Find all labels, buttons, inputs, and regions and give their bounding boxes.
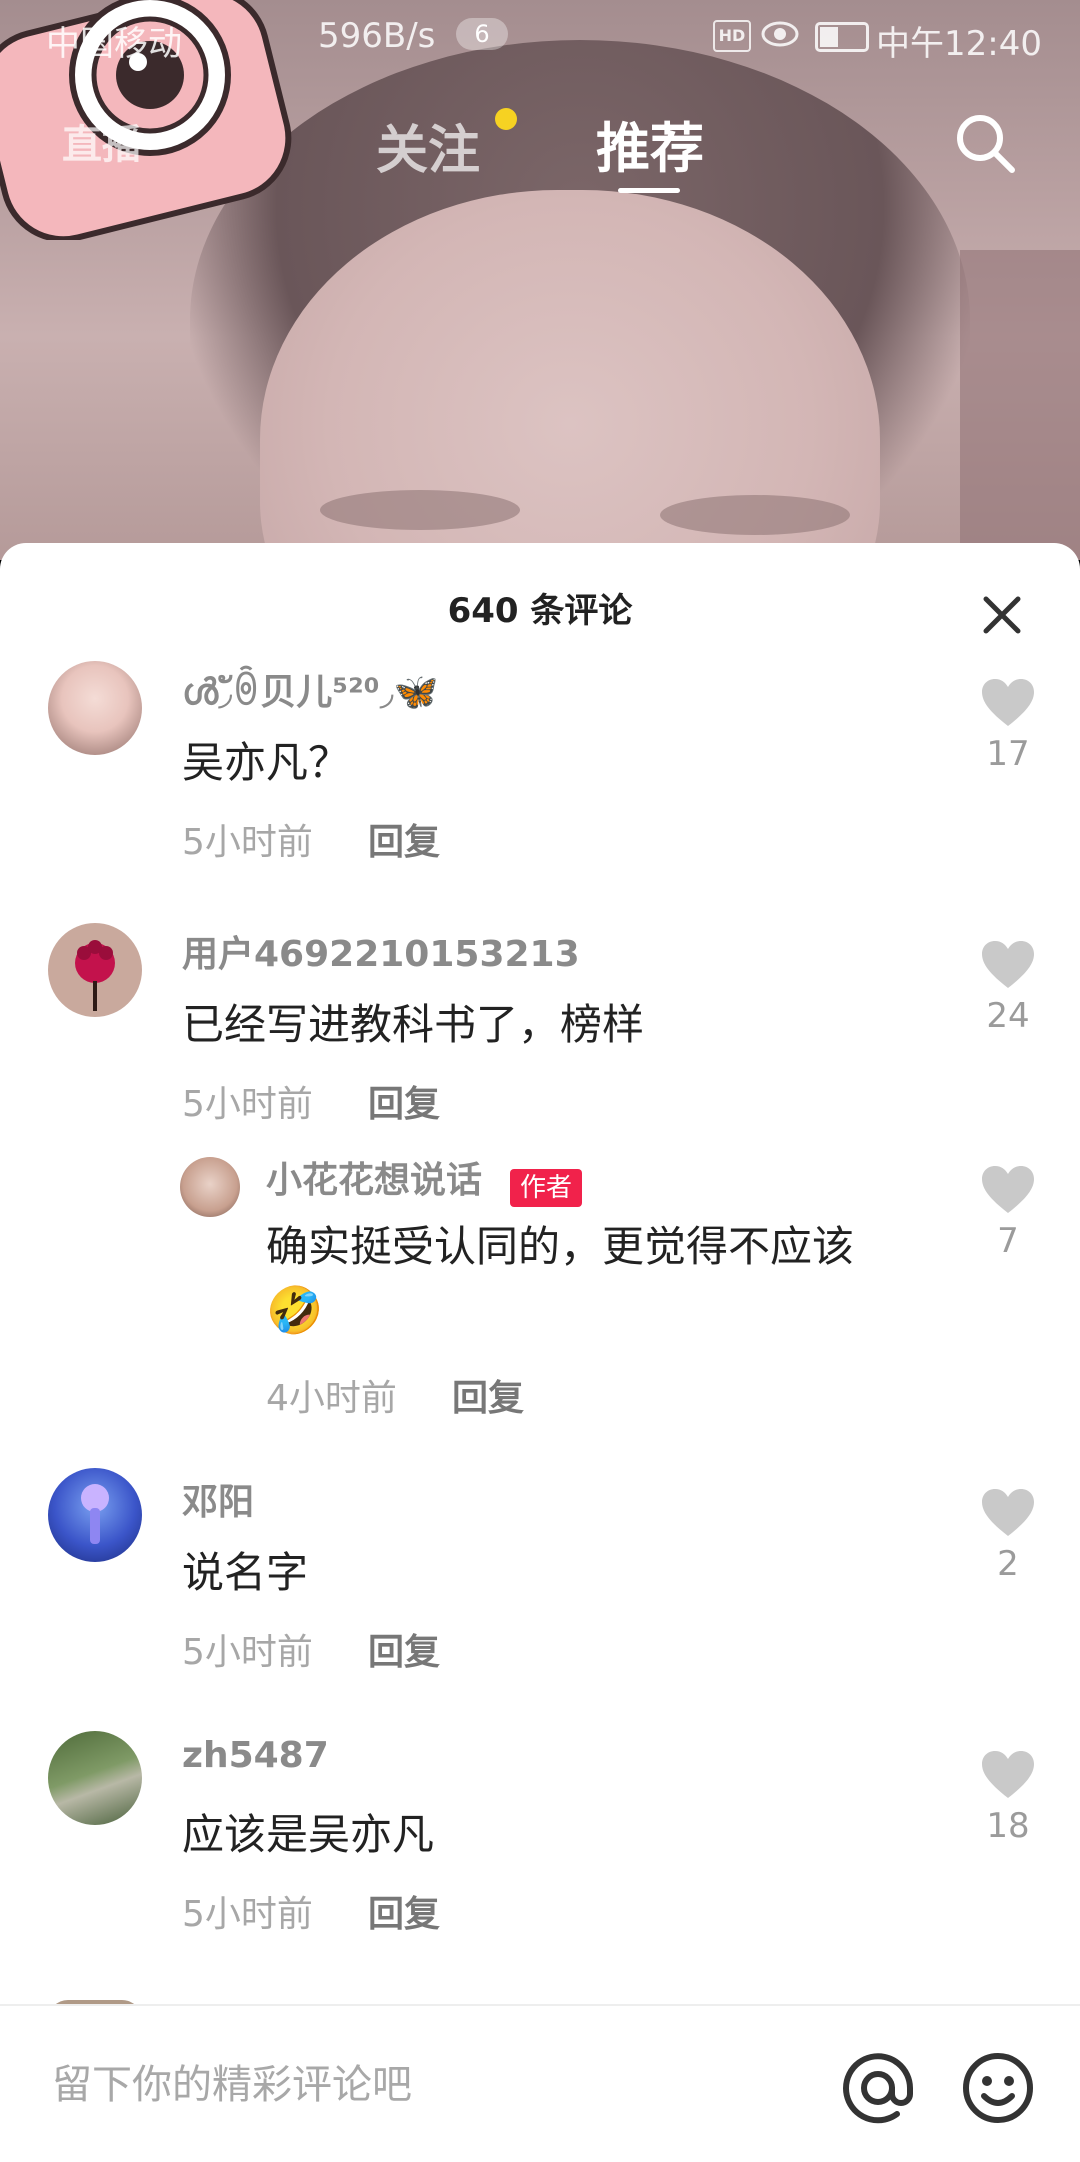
like-button[interactable]: 24 <box>968 940 1048 1036</box>
live-button[interactable]: 直播 <box>62 112 142 170</box>
reply-emoji: 🤣 <box>266 1283 324 1337</box>
comment-text: 已经写进教科书了，榜样 <box>182 1000 645 1049</box>
like-count: 2 <box>997 1544 1019 1584</box>
avatar-microphone-icon <box>81 1484 109 1544</box>
carrier-label: 中国移动 <box>46 24 182 64</box>
like-count: 18 <box>986 1806 1030 1846</box>
comment-input[interactable] <box>50 2046 814 2124</box>
top-nav: 直播 关注 推荐 <box>0 90 1080 200</box>
emoji-icon[interactable] <box>958 2048 1038 2128</box>
clock: 中午12:40 <box>876 24 1042 64</box>
like-button[interactable]: 17 <box>968 678 1048 774</box>
reply-button[interactable]: 回复 <box>452 1369 524 1421</box>
network-speed: 596B/s <box>318 16 436 56</box>
comment-username[interactable]: 用户4692210153213 <box>182 925 580 977</box>
hd-icon: HD <box>713 20 751 52</box>
reply-button[interactable]: 回复 <box>368 1623 440 1675</box>
like-button[interactable]: 7 <box>968 1165 1048 1261</box>
avatar[interactable] <box>48 661 142 755</box>
active-tab-indicator <box>618 188 680 193</box>
notification-badge: 6 <box>456 18 508 50</box>
avatar[interactable] <box>48 923 142 1017</box>
avatar[interactable] <box>48 1468 142 1562</box>
close-icon[interactable] <box>978 591 1026 639</box>
avatar[interactable] <box>48 1731 142 1825</box>
eye-icon <box>761 21 799 47</box>
comment-text: 吴亦凡？ <box>182 738 351 787</box>
unread-dot <box>495 108 517 130</box>
comment-text: 应该是吴亦凡 <box>182 1810 435 1859</box>
reply-time: 4小时前 <box>266 1378 397 1419</box>
video-door <box>960 250 1080 560</box>
battery-icon <box>815 22 869 52</box>
status-bar: 中国移动 596B/s 6 HD 中午12:40 <box>0 0 1080 72</box>
heart-icon <box>982 1166 1034 1213</box>
comment-username[interactable]: 邓阳 <box>182 1473 254 1525</box>
heart-icon <box>982 1489 1034 1536</box>
reply-button[interactable]: 回复 <box>368 813 440 865</box>
comments-sheet: 640 条评论 ൾ◞ัꉺ贝儿⁵²⁰◞🦋 吴亦凡？ 5小时前 回复 17 用户46… <box>0 543 1080 2160</box>
reply-button[interactable]: 回复 <box>368 1075 440 1127</box>
comment-time: 5小时前 <box>182 822 313 863</box>
tab-recommend[interactable]: 推荐 <box>596 104 704 183</box>
video-background[interactable] <box>0 0 1080 560</box>
at-mention-icon[interactable] <box>838 2048 918 2128</box>
like-count: 7 <box>997 1221 1019 1261</box>
author-badge: 作者 <box>510 1169 583 1207</box>
reply-button[interactable]: 回复 <box>368 1885 440 1937</box>
video-brow-right <box>660 495 850 535</box>
like-button[interactable]: 18 <box>968 1750 1048 1846</box>
comments-count-title: 640 条评论 <box>447 591 633 631</box>
comment-time: 5小时前 <box>182 1632 313 1673</box>
video-brow-left <box>320 490 520 530</box>
comment-time: 5小时前 <box>182 1894 313 1935</box>
tab-follow[interactable]: 关注 <box>376 108 480 183</box>
comment-username[interactable]: ൾ◞ัꉺ贝儿⁵²⁰◞🦋 <box>182 663 438 720</box>
like-count: 24 <box>986 996 1030 1036</box>
heart-icon <box>982 679 1034 726</box>
avatar[interactable] <box>180 1157 240 1217</box>
heart-icon <box>982 1751 1034 1798</box>
like-button[interactable]: 2 <box>968 1488 1048 1584</box>
comment-time: 5小时前 <box>182 1084 313 1125</box>
heart-icon <box>982 941 1034 988</box>
avatar-flower-icon <box>75 940 115 1011</box>
reply-username[interactable]: 小花花想说话 <box>266 1151 482 1203</box>
like-count: 17 <box>986 734 1030 774</box>
reply-text: 确实挺受认同的，更觉得不应该 <box>266 1222 855 1271</box>
comment-input-bar <box>0 2004 1080 2162</box>
comment-text: 说名字 <box>182 1548 309 1597</box>
search-icon[interactable] <box>950 108 1020 178</box>
comment-username[interactable]: zh5487 <box>182 1735 329 1776</box>
